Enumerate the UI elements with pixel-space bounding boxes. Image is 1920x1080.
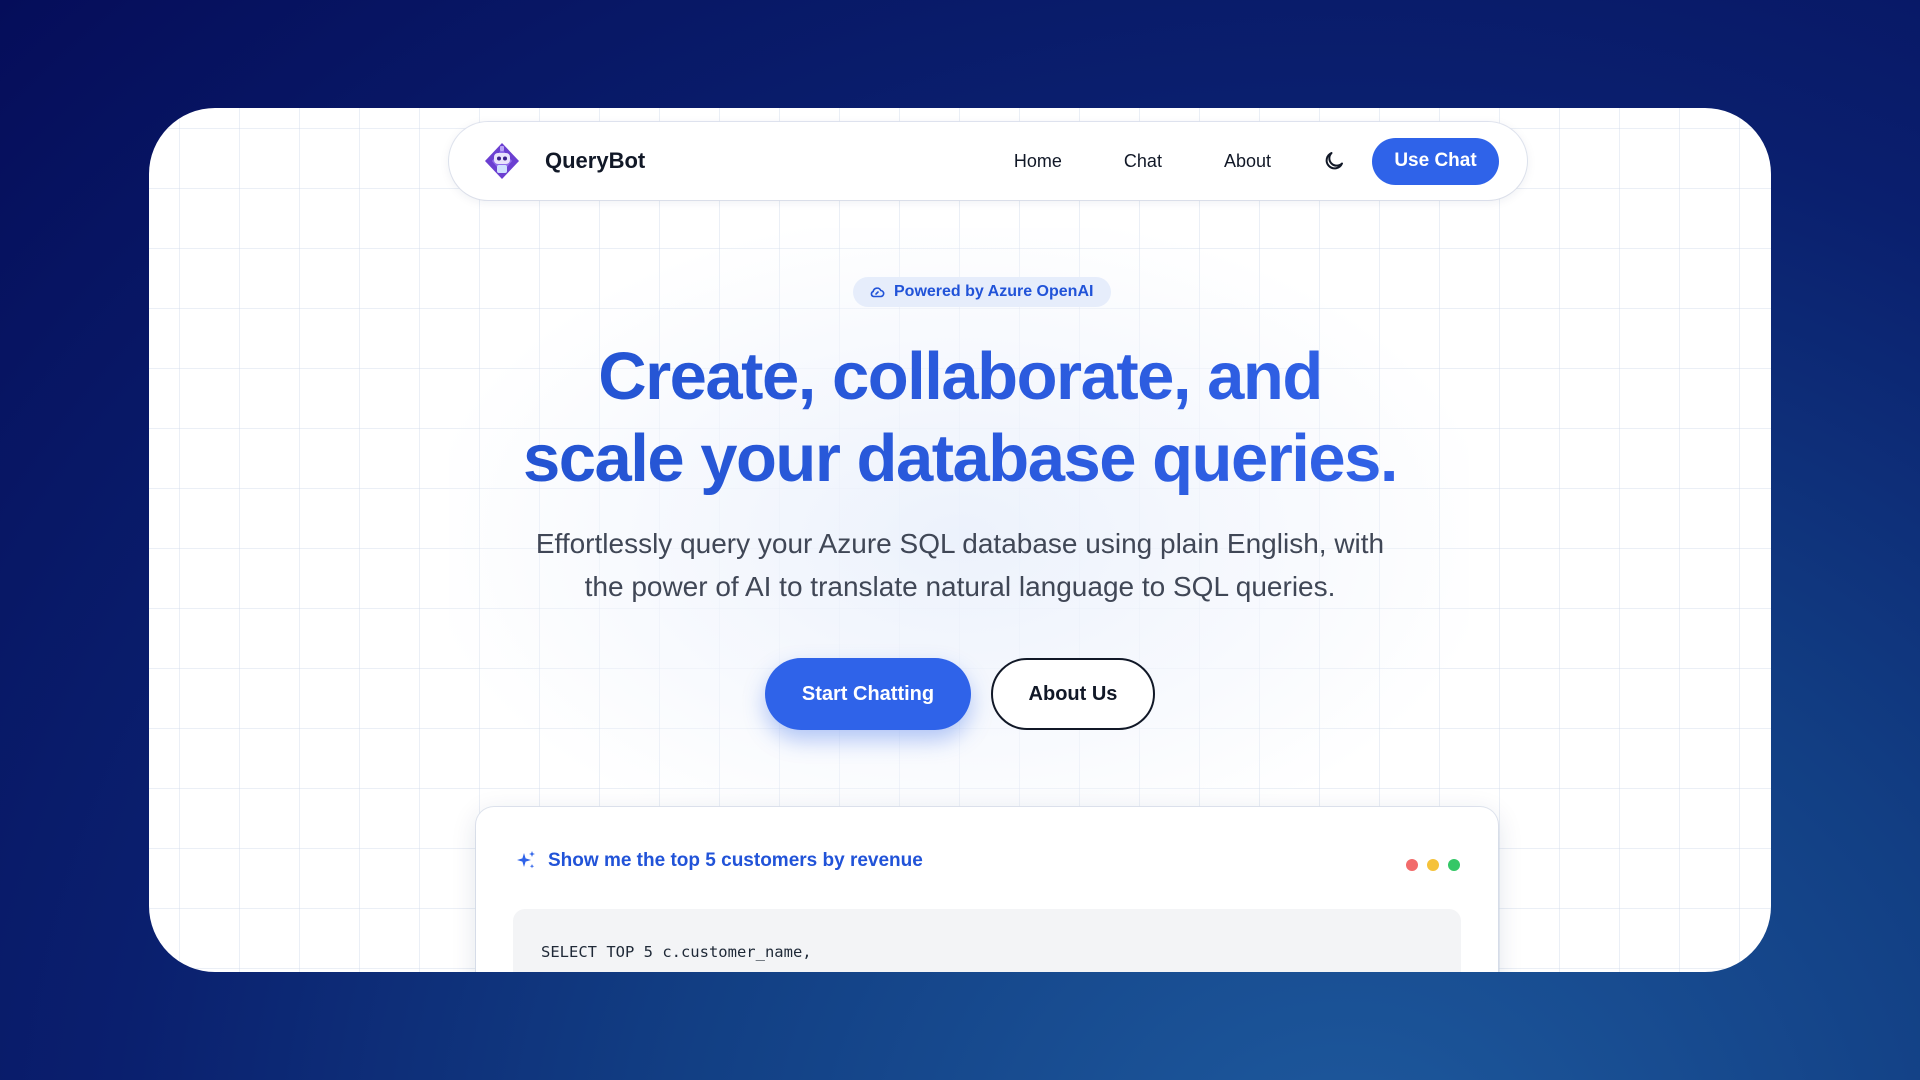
navbar: QueryBot Home Chat About Use Chat [449,122,1527,200]
start-chatting-button[interactable]: Start Chatting [765,658,971,730]
headline-line-1: Create, collaborate, and [598,339,1322,414]
dot-yellow [1427,859,1439,871]
about-us-button[interactable]: About Us [991,658,1155,730]
code-line-1: SELECT TOP 5 c.customer_name, [541,943,812,961]
app-window: QueryBot Home Chat About Use Chat Powere… [149,108,1771,972]
hero-subtitle: Effortlessly query your Azure SQL databa… [149,522,1771,608]
dot-green [1448,859,1460,871]
sql-code-block: SELECT TOP 5 c.customer_name, [513,909,1461,972]
demo-prompt: Show me the top 5 customers by revenue [514,849,923,873]
badge-label: Powered by Azure OpenAI [894,283,1094,300]
use-chat-button[interactable]: Use Chat [1372,137,1499,185]
powered-by-badge: Powered by Azure OpenAI [853,277,1112,307]
demo-prompt-text: Show me the top 5 customers by revenue [548,850,923,871]
nav-links: Home Chat About Use Chat [983,137,1499,185]
cta-row: Start Chatting About Us [149,658,1771,730]
subtitle-line-2: the power of AI to translate natural lan… [584,571,1336,602]
sparkles-icon [517,851,535,869]
nav-about[interactable]: About [1224,151,1271,172]
window-dots [1406,859,1460,871]
demo-card: Show me the top 5 customers by revenue S… [476,807,1498,972]
robot-logo-icon[interactable] [481,140,523,182]
brand-name[interactable]: QueryBot [545,148,645,174]
subtitle-line-1: Effortlessly query your Azure SQL databa… [535,528,1385,559]
headline-line-2: scale your database queries. [522,421,1398,496]
nav-home[interactable]: Home [1014,151,1062,172]
cloud-icon [870,287,885,298]
nav-chat[interactable]: Chat [1124,151,1162,172]
dot-red [1406,859,1418,871]
moon-icon[interactable] [1322,149,1346,173]
hero-headline: Create, collaborate, and scale your data… [149,336,1771,500]
